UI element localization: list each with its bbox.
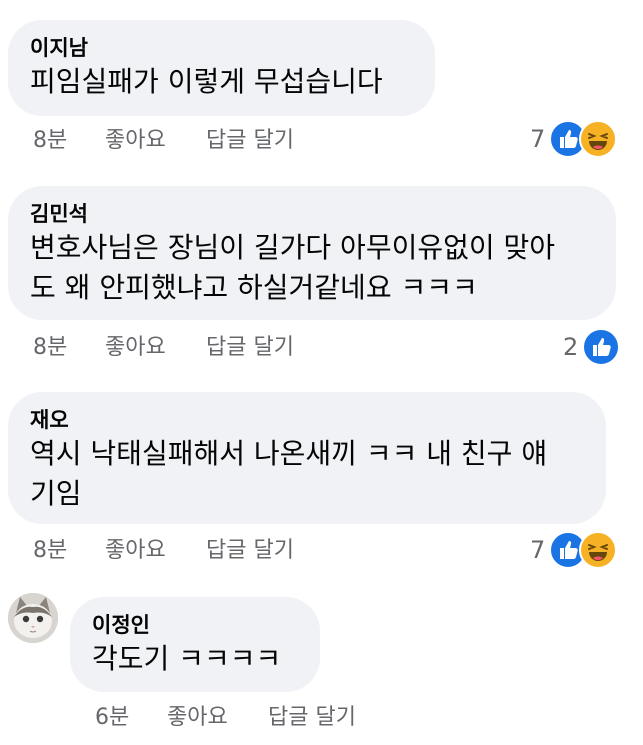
reaction-count: 7 <box>530 536 546 564</box>
comment-time[interactable]: 6분 <box>95 703 129 733</box>
comment-time[interactable]: 8분 <box>33 126 67 156</box>
like-button[interactable]: 좋아요 <box>105 333 166 363</box>
reaction-count: 2 <box>563 333 579 361</box>
comment-author[interactable]: 김민석 <box>30 200 590 228</box>
reply-button[interactable]: 답글 달기 <box>206 536 294 566</box>
like-button[interactable]: 좋아요 <box>105 536 166 566</box>
comment-bubble: 이지남 피임실패가 이렇게 무섭습니다 <box>8 20 435 116</box>
haha-icon <box>579 531 618 569</box>
comment-author[interactable]: 이지남 <box>30 34 409 62</box>
comment-text: 변호사님은 장님이 길가다 아무이유없이 맞아 도 왜 안피했냐고 하실거같네요… <box>30 231 556 304</box>
comment-text: 피임실패가 이렇게 무섭습니다 <box>30 65 383 98</box>
comment-time[interactable]: 8분 <box>33 536 67 566</box>
reply-button[interactable]: 답글 달기 <box>206 126 294 156</box>
reaction-summary[interactable]: 2 <box>563 328 621 366</box>
haha-icon <box>579 120 618 158</box>
reaction-summary[interactable]: 7 <box>530 120 618 158</box>
comment-bubble: 김민석 변호사님은 장님이 길가다 아무이유없이 맞아 도 왜 안피했냐고 하실… <box>8 186 616 320</box>
reply-button[interactable]: 답글 달기 <box>206 333 294 363</box>
comment-author[interactable]: 이정인 <box>92 611 294 639</box>
comment-time[interactable]: 8분 <box>33 333 67 363</box>
like-button[interactable]: 좋아요 <box>105 126 166 156</box>
comment-bubble: 이정인 각도기 ㅋㅋㅋㅋ <box>70 597 320 692</box>
reply-button[interactable]: 답글 달기 <box>268 703 356 733</box>
reaction-summary[interactable]: 7 <box>530 531 618 569</box>
like-button[interactable]: 좋아요 <box>167 703 228 733</box>
like-icon <box>582 328 621 366</box>
comment-text: 역시 낙태실패해서 나온새끼 ㅋㅋ 내 친구 얘 기임 <box>30 437 548 510</box>
cat-avatar[interactable] <box>8 593 58 643</box>
comment-bubble: 재오 역시 낙태실패해서 나온새끼 ㅋㅋ 내 친구 얘 기임 <box>8 392 606 524</box>
comment-text: 각도기 ㅋㅋㅋㅋ <box>92 642 282 675</box>
reaction-count: 7 <box>530 125 546 153</box>
comment-author[interactable]: 재오 <box>30 406 580 434</box>
